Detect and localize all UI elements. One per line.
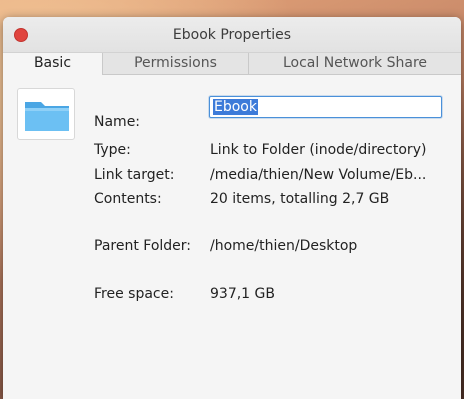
name-field[interactable]: Ebook (209, 96, 442, 118)
name-label: Name: (94, 114, 141, 130)
tab-permissions[interactable]: Permissions (103, 53, 249, 75)
properties-dialog: Ebook Properties Basic Permissions Local… (3, 17, 461, 399)
parent-folder-value: /home/thien/Desktop (210, 238, 358, 254)
link-target-label: Link target: (94, 167, 175, 183)
parent-folder-label: Parent Folder: (94, 238, 192, 254)
free-space-value: 937,1 GB (210, 286, 275, 302)
tab-local-network-share[interactable]: Local Network Share (249, 53, 461, 75)
name-value: Ebook (213, 99, 258, 115)
tab-bar: Basic Permissions Local Network Share (3, 53, 461, 75)
icon-button[interactable] (17, 88, 75, 140)
contents-label: Contents: (94, 191, 162, 207)
window-title: Ebook Properties (172, 27, 292, 43)
contents-value: 20 items, totalling 2,7 GB (210, 191, 390, 207)
tab-basic[interactable]: Basic (3, 53, 103, 75)
title-bar[interactable]: Ebook Properties (3, 17, 461, 53)
link-target-value: /media/thien/New Volume/Eb... (210, 167, 427, 183)
free-space-label: Free space: (94, 286, 174, 302)
folder-icon (25, 102, 69, 131)
type-label: Type: (94, 142, 131, 158)
basic-tab-panel: Name: Ebook Type: Link to Folder (inode/… (3, 76, 461, 399)
type-value: Link to Folder (inode/directory) (210, 142, 427, 158)
